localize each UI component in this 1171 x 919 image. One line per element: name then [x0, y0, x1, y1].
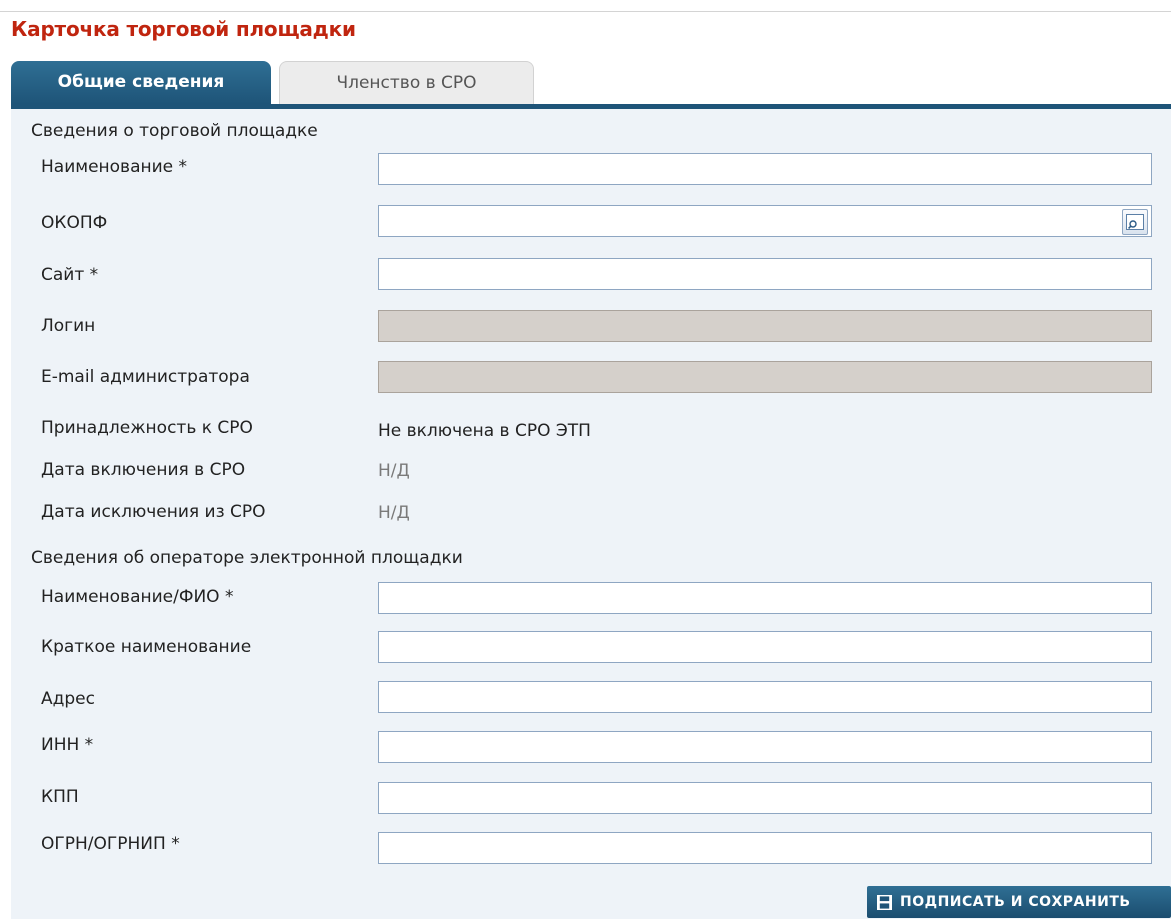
sro-membership-label: Принадлежность к СРО: [41, 418, 253, 438]
login-input: [379, 311, 1151, 341]
admin-email-input: [379, 362, 1151, 392]
top-divider: [0, 11, 1171, 12]
operator-kpp-field[interactable]: [378, 782, 1152, 814]
tab-sro-membership[interactable]: Членство в СРО: [279, 61, 534, 104]
operator-address-input[interactable]: [379, 682, 1151, 712]
sro-membership-value: Не включена в СРО ЭТП: [378, 421, 591, 441]
name-input[interactable]: [379, 154, 1151, 184]
site-label: Сайт *: [41, 265, 99, 285]
page-title: Карточка торговой площадки: [11, 17, 356, 41]
name-label: Наименование *: [41, 157, 188, 177]
okopf-lookup-button[interactable]: [1122, 209, 1148, 235]
sro-exclusion-date-label: Дата исключения из СРО: [41, 502, 266, 522]
operator-full-name-input[interactable]: [379, 583, 1151, 613]
admin-email-label: E-mail администратора: [41, 367, 250, 387]
operator-short-name-input[interactable]: [379, 632, 1151, 662]
operator-kpp-input[interactable]: [379, 783, 1151, 813]
lookup-icon: [1126, 214, 1144, 230]
okopf-field[interactable]: [378, 205, 1152, 237]
tab-general-info[interactable]: Общие сведения: [11, 61, 271, 104]
operator-short-name-field[interactable]: [378, 631, 1152, 663]
operator-ogrn-field[interactable]: [378, 832, 1152, 864]
operator-address-field[interactable]: [378, 681, 1152, 713]
floppy-disk-icon: [877, 894, 892, 910]
operator-inn-input[interactable]: [379, 732, 1151, 762]
sign-and-save-label: ПОДПИСАТЬ И СОХРАНИТЬ: [900, 894, 1131, 910]
platform-section-title: Сведения о торговой площадке: [31, 121, 318, 141]
sro-exclusion-date-value: Н/Д: [378, 503, 410, 523]
operator-full-name-label: Наименование/ФИО *: [41, 587, 234, 607]
operator-address-label: Адрес: [41, 689, 95, 709]
admin-email-field: [378, 361, 1152, 393]
sro-inclusion-date-label: Дата включения в СРО: [41, 460, 246, 480]
operator-ogrn-input[interactable]: [379, 833, 1151, 863]
okopf-label: ОКОПФ: [41, 213, 108, 233]
operator-kpp-label: КПП: [41, 787, 79, 807]
operator-ogrn-label: ОГРН/ОГРНИП *: [41, 834, 180, 854]
operator-short-name-label: Краткое наименование: [41, 637, 252, 657]
site-input[interactable]: [379, 259, 1151, 289]
login-label: Логин: [41, 316, 96, 336]
okopf-input[interactable]: [379, 206, 1151, 236]
sign-and-save-button[interactable]: ПОДПИСАТЬ И СОХРАНИТЬ: [867, 886, 1171, 918]
operator-section-title: Сведения об операторе электронной площад…: [31, 548, 463, 568]
card-form-panel: Сведения о торговой площадке Наименовани…: [11, 109, 1171, 919]
name-field[interactable]: [378, 153, 1152, 185]
operator-full-name-field[interactable]: [378, 582, 1152, 614]
operator-inn-field[interactable]: [378, 731, 1152, 763]
sro-inclusion-date-value: Н/Д: [378, 461, 410, 481]
login-field: [378, 310, 1152, 342]
operator-inn-label: ИНН *: [41, 735, 94, 755]
site-field[interactable]: [378, 258, 1152, 290]
